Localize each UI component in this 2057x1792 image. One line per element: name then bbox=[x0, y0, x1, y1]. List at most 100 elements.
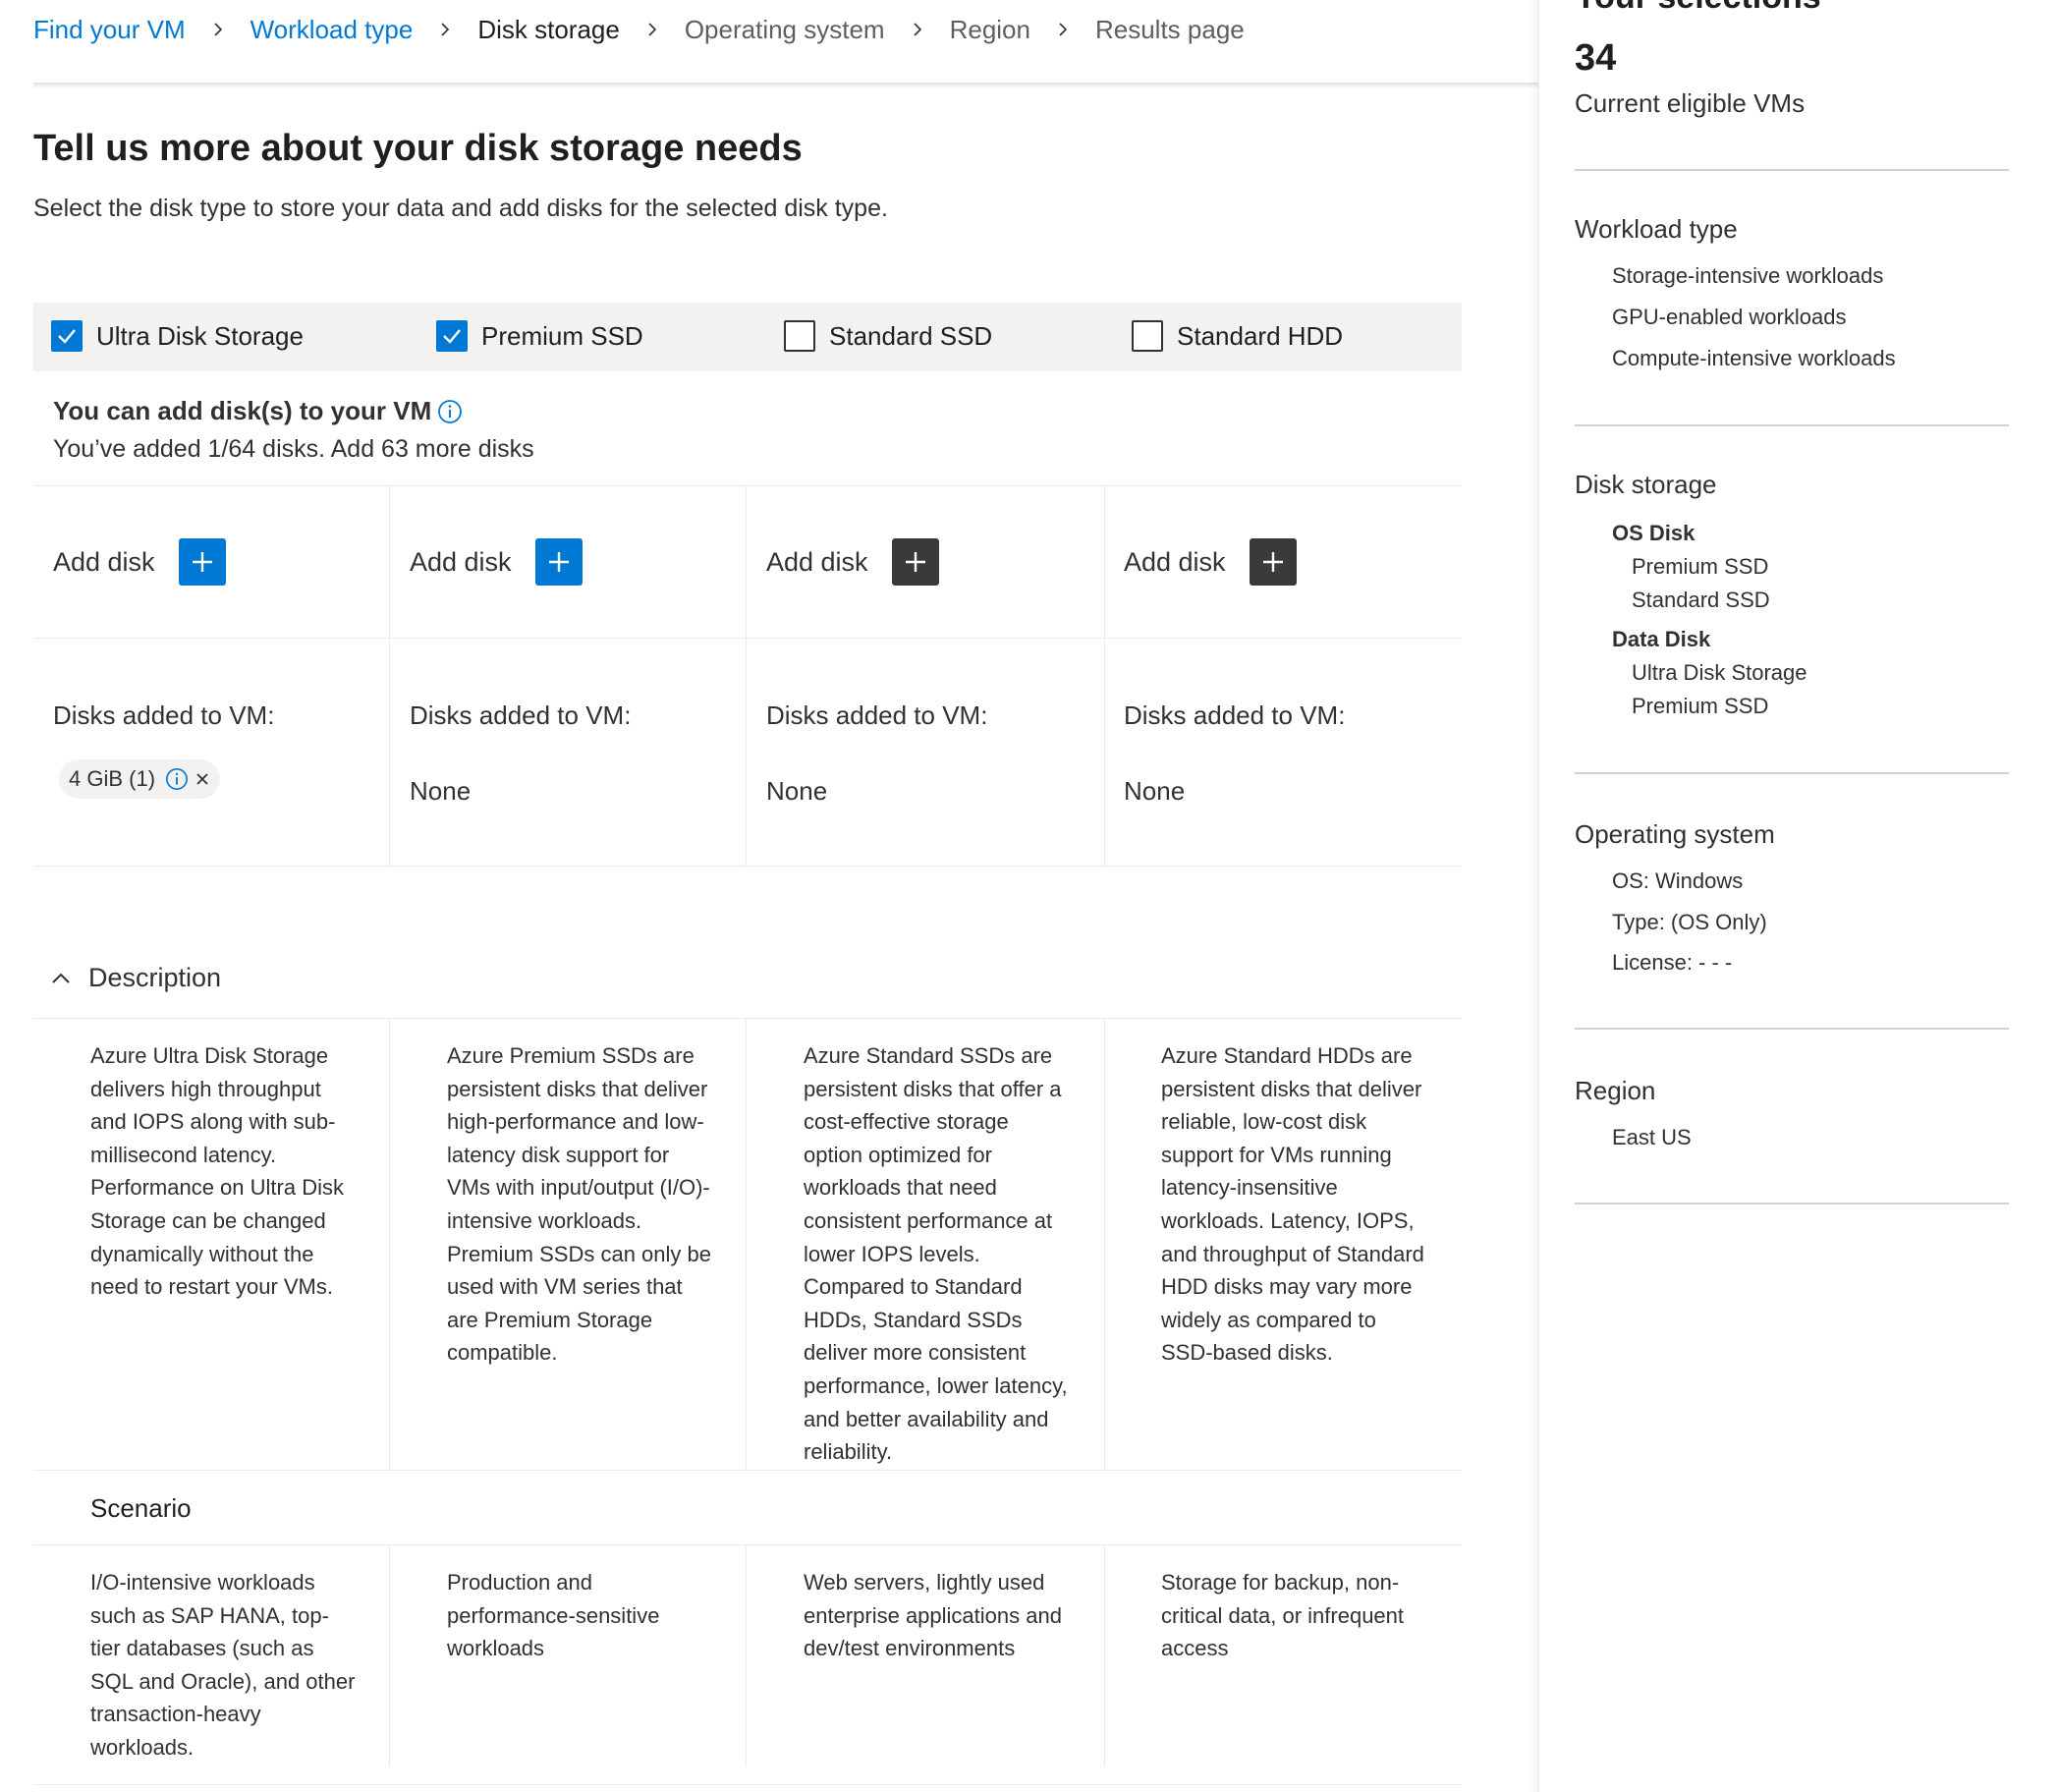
sidebar-item: License: - - - bbox=[1612, 950, 1733, 975]
disk-type-filter-bar: Ultra Disk Storage Premium SSD Standard … bbox=[33, 303, 1462, 371]
description-title: Description bbox=[88, 963, 222, 992]
checkbox-box bbox=[1132, 320, 1163, 352]
divider bbox=[33, 1544, 1462, 1545]
add-disk-standard-hdd: Add disk bbox=[1124, 538, 1297, 586]
sidebar-section-disk: Disk storage bbox=[1575, 470, 1717, 499]
breadcrumb-operating-system: Operating system bbox=[684, 14, 885, 44]
divider bbox=[33, 485, 1462, 486]
add-disk-label: Add disk bbox=[53, 546, 155, 577]
disk-chip-label: 4 GiB (1) bbox=[69, 766, 156, 791]
checkbox-label: Standard HDD bbox=[1177, 320, 1344, 351]
add-disk-label: Add disk bbox=[766, 546, 868, 577]
scenario-premium-ssd: Production and performance-sensitive wor… bbox=[447, 1570, 660, 1661]
divider bbox=[1575, 1203, 2009, 1204]
chevron-up-icon bbox=[52, 973, 70, 983]
disks-added-label: Disks added to VM: bbox=[410, 700, 632, 730]
checkbox-box bbox=[784, 320, 815, 352]
breadcrumb-region: Region bbox=[949, 14, 1030, 44]
sidebar-item: Type: (OS Only) bbox=[1612, 910, 1767, 934]
breadcrumb: Find your VM Workload type Disk storage … bbox=[33, 8, 1245, 51]
add-disks-title: You can add disk(s) to your VM bbox=[53, 396, 432, 425]
sidebar-item: OS: Windows bbox=[1612, 868, 1744, 893]
breadcrumb-find-your-vm[interactable]: Find your VM bbox=[33, 15, 186, 45]
divider bbox=[33, 638, 1462, 639]
divider bbox=[33, 866, 1462, 867]
chevron-right-icon bbox=[885, 22, 950, 37]
eligible-vm-count: 34 bbox=[1575, 37, 1617, 79]
description-standard-ssd: Azure Standard SSDs are persistent disks… bbox=[804, 1043, 1068, 1465]
chevron-right-icon bbox=[620, 22, 685, 37]
plus-icon bbox=[548, 552, 569, 572]
selections-sidebar: Your selections 34 Current eligible VMs … bbox=[1538, 0, 2057, 1792]
add-disks-heading: You can add disk(s) to your VM bbox=[53, 396, 463, 426]
sidebar-item: Storage-intensive workloads bbox=[1612, 263, 1884, 288]
plus-icon bbox=[192, 552, 212, 572]
add-disk-button-standard-hdd[interactable] bbox=[1249, 538, 1297, 586]
close-icon[interactable] bbox=[195, 771, 210, 787]
no-disks-label: None bbox=[1124, 776, 1186, 806]
column-divider bbox=[1104, 485, 1105, 866]
disks-added-label: Disks added to VM: bbox=[766, 700, 988, 730]
sidebar-heading: Your selections bbox=[1575, 0, 1821, 17]
scenario-ultra: I/O-intensive workloads such as SAP HANA… bbox=[90, 1570, 356, 1760]
info-icon[interactable] bbox=[437, 399, 463, 424]
column-divider bbox=[746, 1544, 747, 1766]
page-subtitle: Select the disk type to store your data … bbox=[33, 195, 888, 222]
checkbox-standard-hdd[interactable]: Standard HDD bbox=[1132, 320, 1343, 352]
sidebar-item: Premium SSD bbox=[1632, 694, 1769, 718]
add-disk-ultra: Add disk bbox=[53, 538, 226, 586]
checkbox-ultra-disk-storage[interactable]: Ultra Disk Storage bbox=[51, 320, 304, 352]
divider bbox=[1575, 772, 2009, 774]
description-toggle[interactable]: Description bbox=[49, 963, 221, 993]
eligible-vm-label: Current eligible VMs bbox=[1575, 88, 1806, 118]
sidebar-item: GPU-enabled workloads bbox=[1612, 305, 1847, 329]
sidebar-section-region: Region bbox=[1575, 1076, 1656, 1105]
sidebar-item: East US bbox=[1612, 1125, 1692, 1149]
add-disk-premium-ssd: Add disk bbox=[410, 538, 583, 586]
sidebar-subheading: Data Disk bbox=[1612, 627, 1711, 651]
disks-added-summary: You’ve added 1/64 disks. Add 63 more dis… bbox=[53, 435, 534, 463]
sidebar-item: Premium SSD bbox=[1632, 554, 1769, 579]
add-disk-label: Add disk bbox=[1124, 546, 1226, 577]
column-divider bbox=[1104, 1018, 1105, 1470]
scenario-standard-ssd: Web servers, lightly used enterprise app… bbox=[804, 1570, 1062, 1661]
add-disk-label: Add disk bbox=[410, 546, 512, 577]
breadcrumb-workload-type[interactable]: Workload type bbox=[250, 15, 414, 45]
description-premium-ssd: Azure Premium SSDs are persistent disks … bbox=[447, 1043, 711, 1366]
checkbox-standard-ssd[interactable]: Standard SSD bbox=[784, 320, 992, 352]
divider bbox=[1575, 169, 2009, 171]
sidebar-item: Compute-intensive workloads bbox=[1612, 346, 1896, 370]
checkbox-label: Ultra Disk Storage bbox=[96, 320, 304, 351]
disks-added-label: Disks added to VM: bbox=[1124, 700, 1346, 730]
info-icon[interactable] bbox=[165, 767, 189, 791]
column-divider bbox=[1104, 1544, 1105, 1766]
chevron-right-icon bbox=[413, 22, 477, 37]
column-divider bbox=[389, 1544, 390, 1766]
disks-added-label: Disks added to VM: bbox=[53, 700, 275, 730]
checkmark-icon bbox=[51, 320, 83, 352]
add-disk-button-premium-ssd[interactable] bbox=[534, 538, 583, 586]
checkbox-premium-ssd[interactable]: Premium SSD bbox=[436, 320, 643, 352]
divider bbox=[33, 1784, 1462, 1785]
plus-icon bbox=[905, 552, 925, 572]
column-divider bbox=[746, 485, 747, 866]
scenario-standard-hdd: Storage for backup, non-critical data, o… bbox=[1161, 1570, 1405, 1661]
add-disk-button-ultra[interactable] bbox=[178, 538, 226, 586]
add-disk-button-standard-ssd[interactable] bbox=[891, 538, 939, 586]
sidebar-item: Standard SSD bbox=[1632, 588, 1770, 612]
divider bbox=[33, 1470, 1462, 1471]
breadcrumb-results-page: Results page bbox=[1094, 14, 1245, 44]
checkmark-icon bbox=[436, 320, 468, 352]
checkbox-label: Premium SSD bbox=[481, 320, 643, 351]
chevron-right-icon bbox=[186, 22, 250, 37]
no-disks-label: None bbox=[410, 776, 472, 806]
page-title: Tell us more about your disk storage nee… bbox=[33, 128, 803, 169]
sidebar-section-os: Operating system bbox=[1575, 819, 1775, 849]
breadcrumb-divider bbox=[33, 83, 1538, 88]
sidebar-subheading: OS Disk bbox=[1612, 521, 1696, 545]
description-ultra: Azure Ultra Disk Storage delivers high t… bbox=[90, 1043, 344, 1300]
divider bbox=[33, 1018, 1462, 1019]
checkbox-label: Standard SSD bbox=[829, 320, 993, 351]
sidebar-section-workload: Workload type bbox=[1575, 214, 1738, 244]
plus-icon bbox=[1262, 552, 1283, 572]
